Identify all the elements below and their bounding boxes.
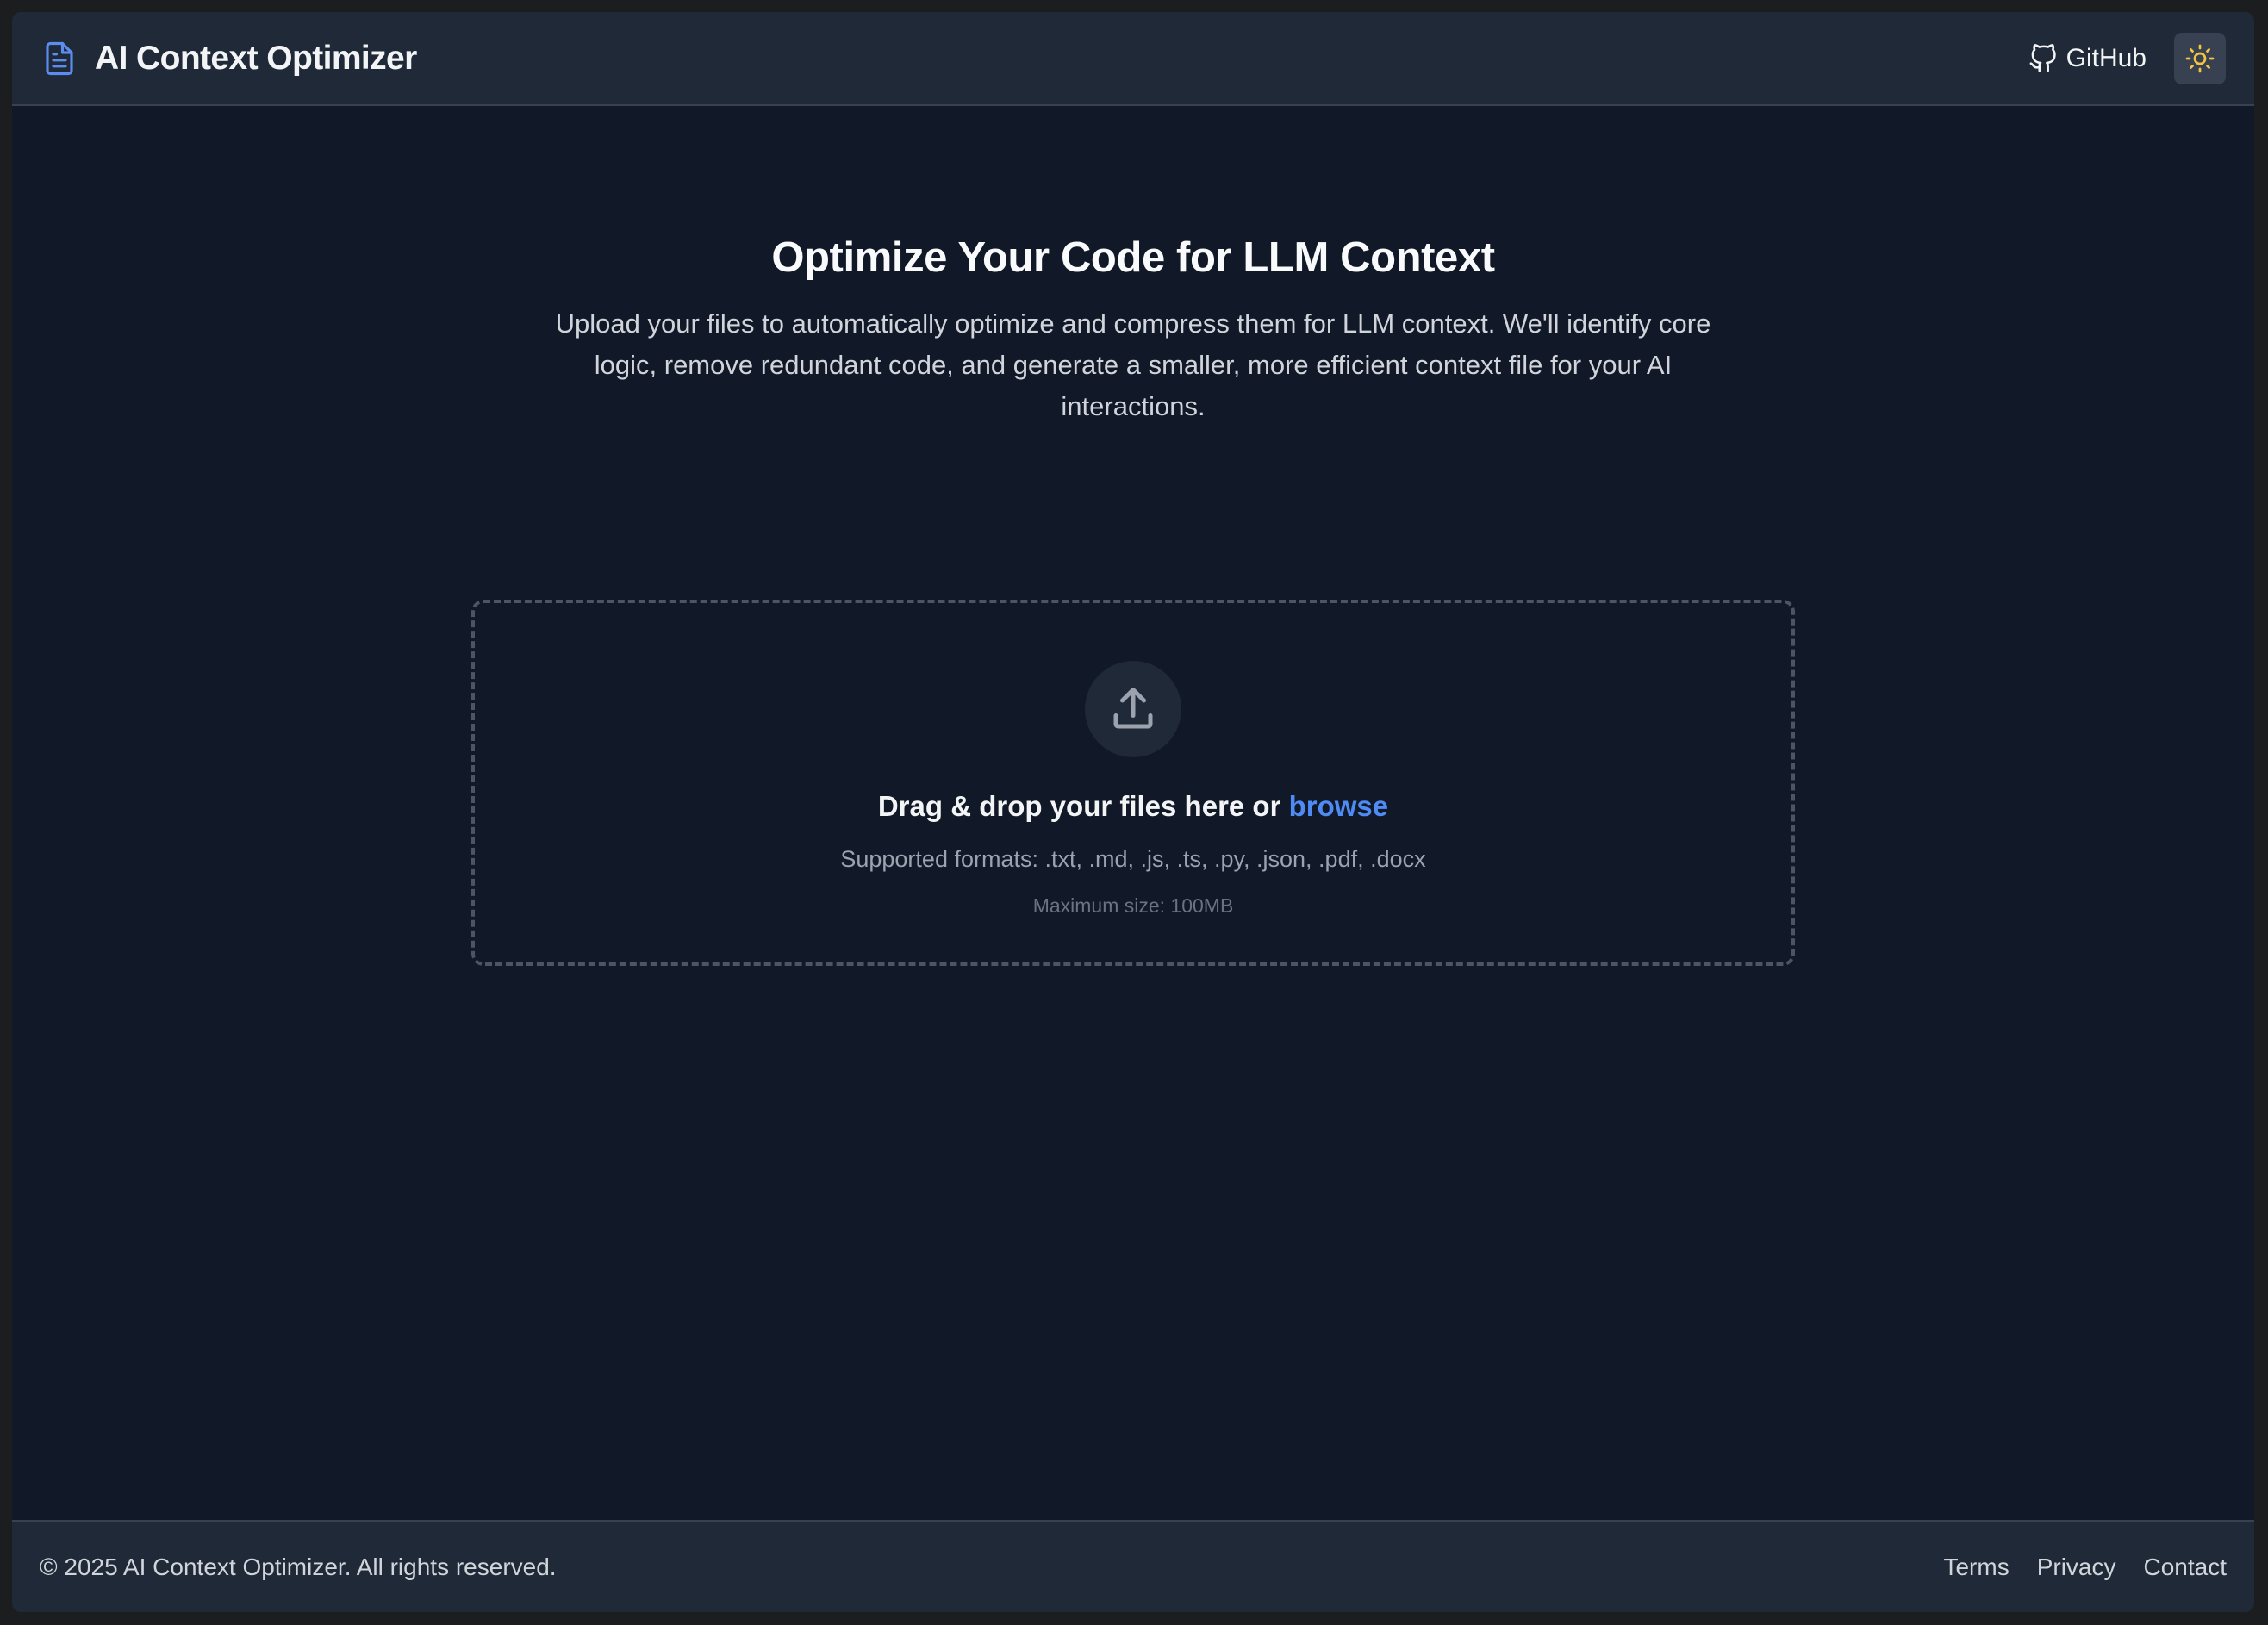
- footer: © 2025 AI Context Optimizer. All rights …: [12, 1520, 2254, 1612]
- main-content: Optimize Your Code for LLM Context Uploa…: [12, 106, 2254, 1520]
- app-window: AI Context Optimizer GitHub Optimize You…: [12, 12, 2254, 1612]
- github-link[interactable]: GitHub: [2028, 43, 2146, 74]
- upload-icon-badge: [1085, 661, 1181, 757]
- top-nav: AI Context Optimizer GitHub: [12, 12, 2254, 106]
- max-file-size: Maximum size: 100MB: [1032, 894, 1234, 917]
- footer-link-privacy[interactable]: Privacy: [2037, 1553, 2116, 1581]
- drop-prompt: Drag & drop your files here or: [877, 790, 1281, 822]
- github-label: GitHub: [2066, 43, 2146, 72]
- theme-toggle-button[interactable]: [2174, 32, 2226, 84]
- header-actions: GitHub: [2028, 32, 2226, 84]
- footer-link-terms[interactable]: Terms: [1943, 1553, 2009, 1581]
- footer-links: Terms Privacy Contact: [1943, 1553, 2227, 1581]
- footer-link-contact[interactable]: Contact: [2144, 1553, 2228, 1581]
- upload-icon: [1113, 688, 1153, 729]
- brand[interactable]: AI Context Optimizer: [41, 38, 417, 79]
- copyright-text: © 2025 AI Context Optimizer. All rights …: [40, 1553, 557, 1580]
- page-title: Optimize Your Code for LLM Context: [771, 234, 1495, 281]
- drop-instructions: Drag & drop your files here or browse: [475, 790, 1791, 823]
- file-dropzone[interactable]: Drag & drop your files here or browse Su…: [471, 600, 1795, 966]
- sun-icon: [2185, 44, 2215, 72]
- supported-formats: Supported formats: .txt, .md, .js, .ts, …: [840, 846, 1426, 872]
- document-icon: [46, 41, 73, 75]
- page-description: Upload your files to automatically optim…: [555, 308, 1711, 421]
- github-icon: [2029, 43, 2056, 72]
- browse-link[interactable]: browse: [1289, 790, 1389, 822]
- app-title: AI Context Optimizer: [95, 39, 417, 77]
